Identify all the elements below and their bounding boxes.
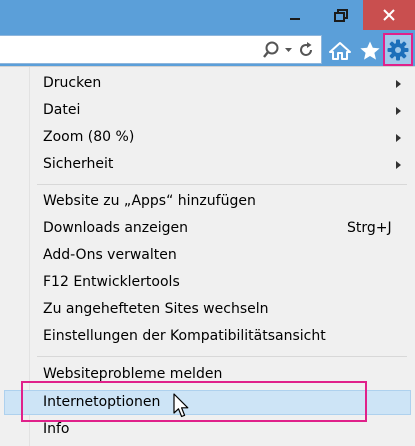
menu-item-security[interactable]: Sicherheit: [0, 152, 415, 179]
menu-item-file[interactable]: Datei: [0, 98, 415, 125]
submenu-arrow-icon: [396, 134, 401, 142]
toolbar: [0, 31, 415, 70]
menu-item-shortcut: Strg+J: [347, 220, 392, 236]
menu-item-label: Website zu „Apps“ hinzufügen: [43, 193, 256, 209]
menu-item-label: Sicherheit: [43, 156, 114, 172]
menu-item-report-website-problems[interactable]: Websiteprobleme melden: [0, 362, 415, 389]
mouse-pointer-icon: [173, 393, 189, 418]
title-bar: [0, 0, 415, 31]
minimize-icon: [290, 17, 300, 20]
menu-item-label: Einstellungen der Kompatibilitätsansicht: [43, 328, 326, 344]
menu-item-go-to-pinned-sites[interactable]: Zu angehefteten Sites wechseln: [0, 297, 415, 324]
menu-item-add-site-to-apps[interactable]: Website zu „Apps“ hinzufügen: [0, 189, 415, 216]
gear-icon: [387, 39, 409, 60]
chevron-down-icon[interactable]: [284, 41, 293, 59]
refresh-icon[interactable]: [297, 41, 315, 59]
menu-item-label: Info: [43, 421, 70, 437]
minimize-button[interactable]: [272, 0, 318, 31]
restore-icon: [334, 9, 348, 22]
menu-item-print[interactable]: Drucken: [0, 71, 415, 98]
menu-item-label: Zoom (80 %): [43, 129, 135, 145]
menu-item-view-downloads[interactable]: Downloads anzeigen Strg+J: [0, 216, 415, 243]
menu-separator: [37, 356, 407, 357]
menu-item-about[interactable]: Info: [0, 417, 415, 444]
menu-item-label: Datei: [43, 102, 81, 118]
browser-window: Drucken Datei Zoom (80 %) Sicherheit Web…: [0, 0, 415, 446]
menu-item-label: Downloads anzeigen: [43, 220, 189, 236]
menu-item-label: Add-Ons verwalten: [43, 247, 177, 263]
home-icon: [329, 41, 351, 60]
menu-item-label: Internetoptionen: [43, 394, 161, 410]
search-icon[interactable]: [262, 41, 280, 59]
favorites-button[interactable]: [356, 31, 384, 70]
tools-menu: Drucken Datei Zoom (80 %) Sicherheit Web…: [0, 66, 415, 446]
menu-item-manage-add-ons[interactable]: Add-Ons verwalten: [0, 243, 415, 270]
home-button[interactable]: [326, 31, 354, 70]
address-bar-tools: [262, 36, 315, 63]
address-bar[interactable]: [0, 35, 322, 64]
close-button[interactable]: [363, 0, 415, 30]
tools-button[interactable]: [383, 33, 413, 66]
menu-item-label: Drucken: [43, 75, 102, 91]
submenu-arrow-icon: [396, 161, 401, 169]
submenu-arrow-icon: [396, 80, 401, 88]
menu-item-label: F12 Entwicklertools: [43, 274, 180, 290]
star-icon: [360, 41, 380, 60]
menu-item-f12-developer-tools[interactable]: F12 Entwicklertools: [0, 270, 415, 297]
menu-item-label: Websiteprobleme melden: [43, 366, 223, 382]
submenu-arrow-icon: [396, 107, 401, 115]
close-icon: [383, 9, 395, 21]
restore-button[interactable]: [318, 0, 364, 31]
menu-item-label: Zu angehefteten Sites wechseln: [43, 301, 269, 317]
menu-item-internet-options[interactable]: Internetoptionen: [0, 390, 415, 417]
menu-item-zoom[interactable]: Zoom (80 %): [0, 125, 415, 152]
menu-separator: [37, 184, 407, 185]
menu-item-compatibility-view-settings[interactable]: Einstellungen der Kompatibilitätsansicht: [0, 324, 415, 351]
